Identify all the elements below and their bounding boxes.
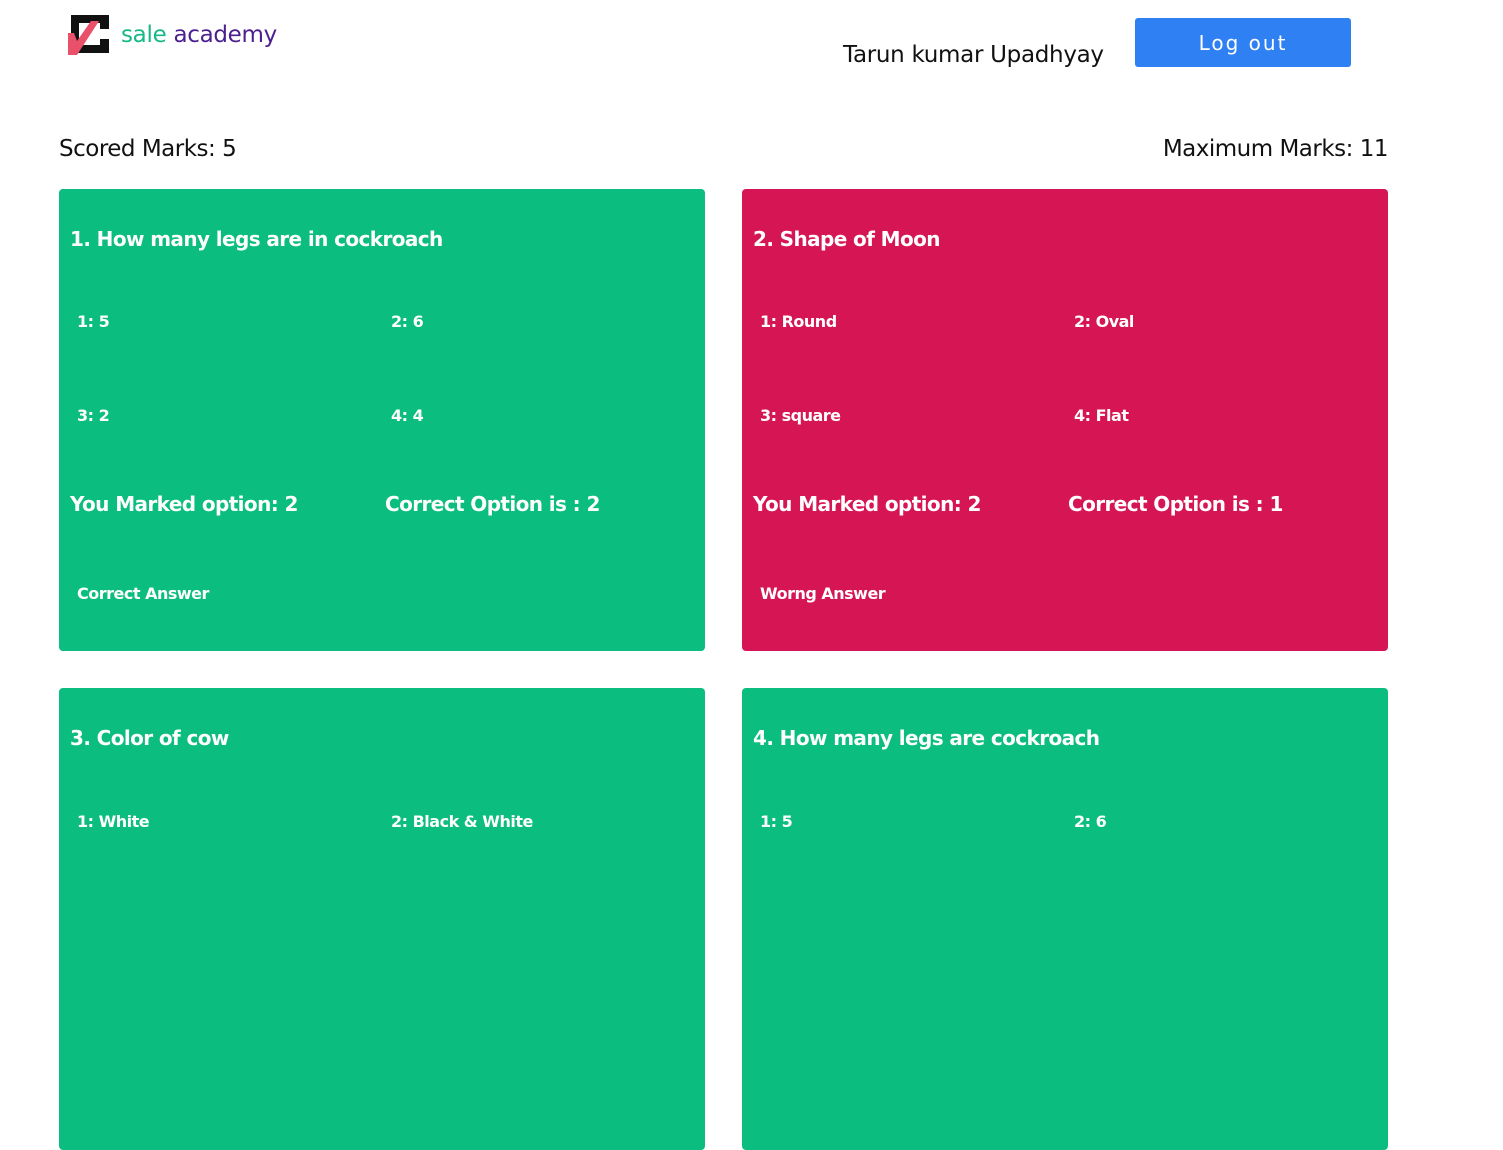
option-1: 1: 5 (77, 312, 110, 331)
marked-option: You Marked option: 2 (70, 492, 298, 516)
option-1: 1: Round (760, 312, 837, 331)
brand-name: sale academy (121, 22, 277, 48)
logo[interactable]: sale academy (67, 13, 277, 56)
logout-button[interactable]: Log out (1135, 18, 1351, 67)
correct-option: Correct Option is : 2 (385, 492, 600, 516)
logo-icon (68, 15, 109, 55)
answer-status: Correct Answer (77, 584, 209, 603)
option-2: 2: Oval (1074, 312, 1134, 331)
question-card-2: 2. Shape of Moon 1: Round 2: Oval 3: squ… (742, 189, 1388, 651)
option-4: 4: Flat (1074, 406, 1129, 425)
option-3: 3: 2 (77, 406, 110, 425)
option-4: 4: 4 (391, 406, 424, 425)
question-card-1: 1. How many legs are in cockroach 1: 5 2… (59, 189, 705, 651)
option-2: 2: Black & White (391, 812, 533, 831)
question-title: 3. Color of cow (70, 726, 229, 750)
question-title: 4. How many legs are cockroach (753, 726, 1100, 750)
question-card-4: 4. How many legs are cockroach 1: 5 2: 6 (742, 688, 1388, 1150)
option-1: 1: White (77, 812, 150, 831)
brand-word-sale: sale (121, 21, 167, 48)
correct-option: Correct Option is : 1 (1068, 492, 1283, 516)
option-3: 3: square (760, 406, 841, 425)
question-card-3: 3. Color of cow 1: White 2: Black & Whit… (59, 688, 705, 1150)
question-title: 2. Shape of Moon (753, 227, 940, 251)
brand-word-academy: academy (173, 21, 277, 48)
option-2: 2: 6 (1074, 812, 1107, 831)
user-name: Tarun kumar Upadhyay (843, 42, 1104, 68)
question-title: 1. How many legs are in cockroach (70, 227, 443, 251)
option-2: 2: 6 (391, 312, 424, 331)
option-1: 1: 5 (760, 812, 793, 831)
answer-status: Worng Answer (760, 584, 886, 603)
marked-option: You Marked option: 2 (753, 492, 981, 516)
maximum-marks: Maximum Marks: 11 (1162, 136, 1389, 162)
scored-marks: Scored Marks: 5 (59, 136, 237, 162)
